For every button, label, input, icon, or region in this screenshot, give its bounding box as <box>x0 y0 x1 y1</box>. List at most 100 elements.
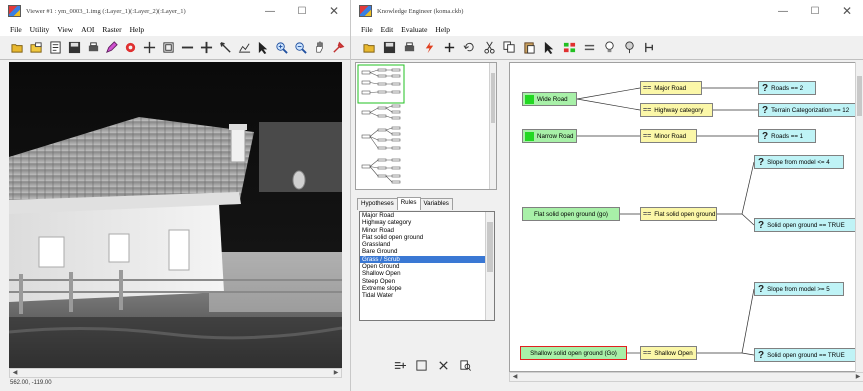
ke-maximize-button[interactable]: ☐ <box>799 6 831 17</box>
list-item[interactable]: Open Ground <box>360 263 494 270</box>
condition-tool-icon[interactable] <box>621 40 637 56</box>
menu-aoi[interactable]: AOI <box>81 25 94 34</box>
list-item[interactable]: Bare Ground <box>360 248 494 255</box>
ke-menu-help[interactable]: Help <box>435 25 450 34</box>
tree-overview-pane[interactable] <box>355 62 497 190</box>
measure-icon[interactable] <box>218 40 233 56</box>
run-icon[interactable] <box>421 40 437 56</box>
inquire-icon[interactable] <box>331 40 346 56</box>
viewer-horizontal-scrollbar[interactable]: ◀ ▶ <box>9 368 342 378</box>
ke-menu-edit[interactable]: Edit <box>381 25 394 34</box>
condition-roads-2[interactable]: ? Roads == 2 <box>758 81 816 95</box>
add-item-icon[interactable] <box>391 357 407 373</box>
menu-view[interactable]: View <box>57 25 73 34</box>
rule-shallow-open[interactable]: == Shallow Open <box>640 346 697 360</box>
canvas-vertical-scrollbar[interactable] <box>855 62 863 372</box>
save-icon[interactable] <box>67 40 82 56</box>
tree-tool-icon[interactable] <box>641 40 657 56</box>
undo-icon[interactable] <box>461 40 477 56</box>
zoom-in-icon[interactable] <box>274 40 289 56</box>
pan-arrows-icon[interactable] <box>142 40 157 56</box>
open-folder-icon[interactable] <box>361 40 377 56</box>
condition-slope-ge-5[interactable]: ? Slope from model >= 5 <box>754 282 844 296</box>
paste-icon[interactable] <box>521 40 537 56</box>
hypothesis-wide-road[interactable]: Wide Road <box>522 92 577 106</box>
select-arrow-icon[interactable] <box>256 40 271 56</box>
hypothesis-narrow-road[interactable]: Narrow Road <box>522 129 577 143</box>
list-item[interactable]: Grassland <box>360 241 494 248</box>
close-button[interactable]: ✕ <box>318 4 350 18</box>
tab-variables[interactable]: Variables <box>419 198 453 210</box>
rule-major-road[interactable]: == Major Road <box>640 81 702 95</box>
scroll-left-icon[interactable]: ◀ <box>10 369 20 377</box>
ke-menu-evaluate[interactable]: Evaluate <box>401 25 427 34</box>
hypothesis-flat-solid-open-ground[interactable]: Flat solid open ground (go) <box>522 207 620 221</box>
list-item[interactable]: Shallow Open <box>360 270 494 277</box>
scroll-right-icon[interactable]: ▶ <box>853 373 863 381</box>
find-icon[interactable] <box>457 357 473 373</box>
select-arrow-icon[interactable] <box>541 40 557 56</box>
delete-icon[interactable] <box>435 357 451 373</box>
decision-tree-canvas[interactable]: Wide Road Narrow Road Flat solid open gr… <box>509 62 863 372</box>
maximize-button[interactable]: ☐ <box>286 6 318 17</box>
zoom-out-icon[interactable] <box>293 40 308 56</box>
ke-minimize-button[interactable]: — <box>767 6 799 17</box>
ke-titlebar[interactable]: Knowledge Engineer (koma.ckb) — ☐ ✕ <box>351 0 863 22</box>
hand-pan-icon[interactable] <box>312 40 327 56</box>
rule-tool-icon[interactable] <box>581 40 597 56</box>
rules-scrollbar[interactable] <box>485 212 494 320</box>
thermal-image-view[interactable] <box>9 62 342 368</box>
list-item[interactable]: Extreme slope <box>360 285 494 292</box>
condition-roads-1[interactable]: ? Roads == 1 <box>758 129 816 143</box>
list-item-selected[interactable]: Grass / Scrub <box>360 255 494 264</box>
info-icon[interactable] <box>48 40 63 56</box>
save-icon[interactable] <box>381 40 397 56</box>
viewer-titlebar[interactable]: Viewer #1 : ym_0003_1.img (:Layer_1)(:La… <box>0 0 350 22</box>
print-icon[interactable] <box>86 40 101 56</box>
rule-icon: == <box>643 210 652 218</box>
open-layer-icon[interactable] <box>29 40 44 56</box>
condition-terrain-categorization[interactable]: ? Terrain Categorization == 12 <box>758 103 862 117</box>
menu-utility[interactable]: Utility <box>30 25 50 34</box>
condition-solid-open-ground-true-1[interactable]: ? Solid open ground == TRUE <box>754 218 858 232</box>
rule-flat-solid-open-ground[interactable]: == Flat solid open ground <box>640 207 717 221</box>
pencil-icon[interactable] <box>104 40 119 56</box>
tree-scrollbar[interactable] <box>489 63 496 189</box>
fit-window-icon[interactable] <box>161 40 176 56</box>
menu-file[interactable]: File <box>10 25 22 34</box>
rules-list[interactable]: Major Road Highway category Minor Road F… <box>359 211 495 321</box>
copy-icon[interactable] <box>501 40 517 56</box>
rule-highway-category[interactable]: == Highway category <box>640 103 713 117</box>
print-icon[interactable] <box>401 40 417 56</box>
open-folder-icon[interactable] <box>10 40 25 56</box>
new-item-icon[interactable] <box>413 357 429 373</box>
hypothesis-tool-icon[interactable] <box>561 40 577 56</box>
tab-rules[interactable]: Rules <box>396 197 421 210</box>
list-item[interactable]: Steep Open <box>360 278 494 285</box>
profile-icon[interactable] <box>237 40 252 56</box>
menu-help[interactable]: Help <box>130 25 145 34</box>
list-item[interactable]: Tidal Water <box>360 292 494 299</box>
lightbulb-icon[interactable] <box>601 40 617 56</box>
line-icon[interactable] <box>180 40 195 56</box>
tab-hypotheses[interactable]: Hypotheses <box>357 198 398 210</box>
canvas-horizontal-scrollbar[interactable]: ◀ ▶ <box>509 372 863 382</box>
color-wheel-icon[interactable] <box>123 40 138 56</box>
menu-raster[interactable]: Raster <box>102 25 121 34</box>
hypothesis-shallow-solid-open-ground[interactable]: Shallow solid open ground (Go) <box>520 346 627 360</box>
list-item[interactable]: Major Road <box>360 212 494 219</box>
rule-minor-road[interactable]: == Minor Road <box>640 129 697 143</box>
list-item[interactable]: Minor Road <box>360 227 494 234</box>
add-icon[interactable] <box>441 40 457 56</box>
list-item[interactable]: Flat solid open ground <box>360 234 494 241</box>
list-item[interactable]: Highway category <box>360 219 494 226</box>
crosshair-icon[interactable] <box>199 40 214 56</box>
cut-icon[interactable] <box>481 40 497 56</box>
ke-close-button[interactable]: ✕ <box>831 4 863 18</box>
condition-slope-le-4[interactable]: ? Slope from model <= 4 <box>754 155 844 169</box>
ke-menu-file[interactable]: File <box>361 25 373 34</box>
condition-solid-open-ground-true-2[interactable]: ? Solid open ground == TRUE <box>754 348 858 362</box>
scroll-left-icon[interactable]: ◀ <box>510 373 520 381</box>
scroll-right-icon[interactable]: ▶ <box>331 369 341 377</box>
minimize-button[interactable]: — <box>254 6 286 17</box>
